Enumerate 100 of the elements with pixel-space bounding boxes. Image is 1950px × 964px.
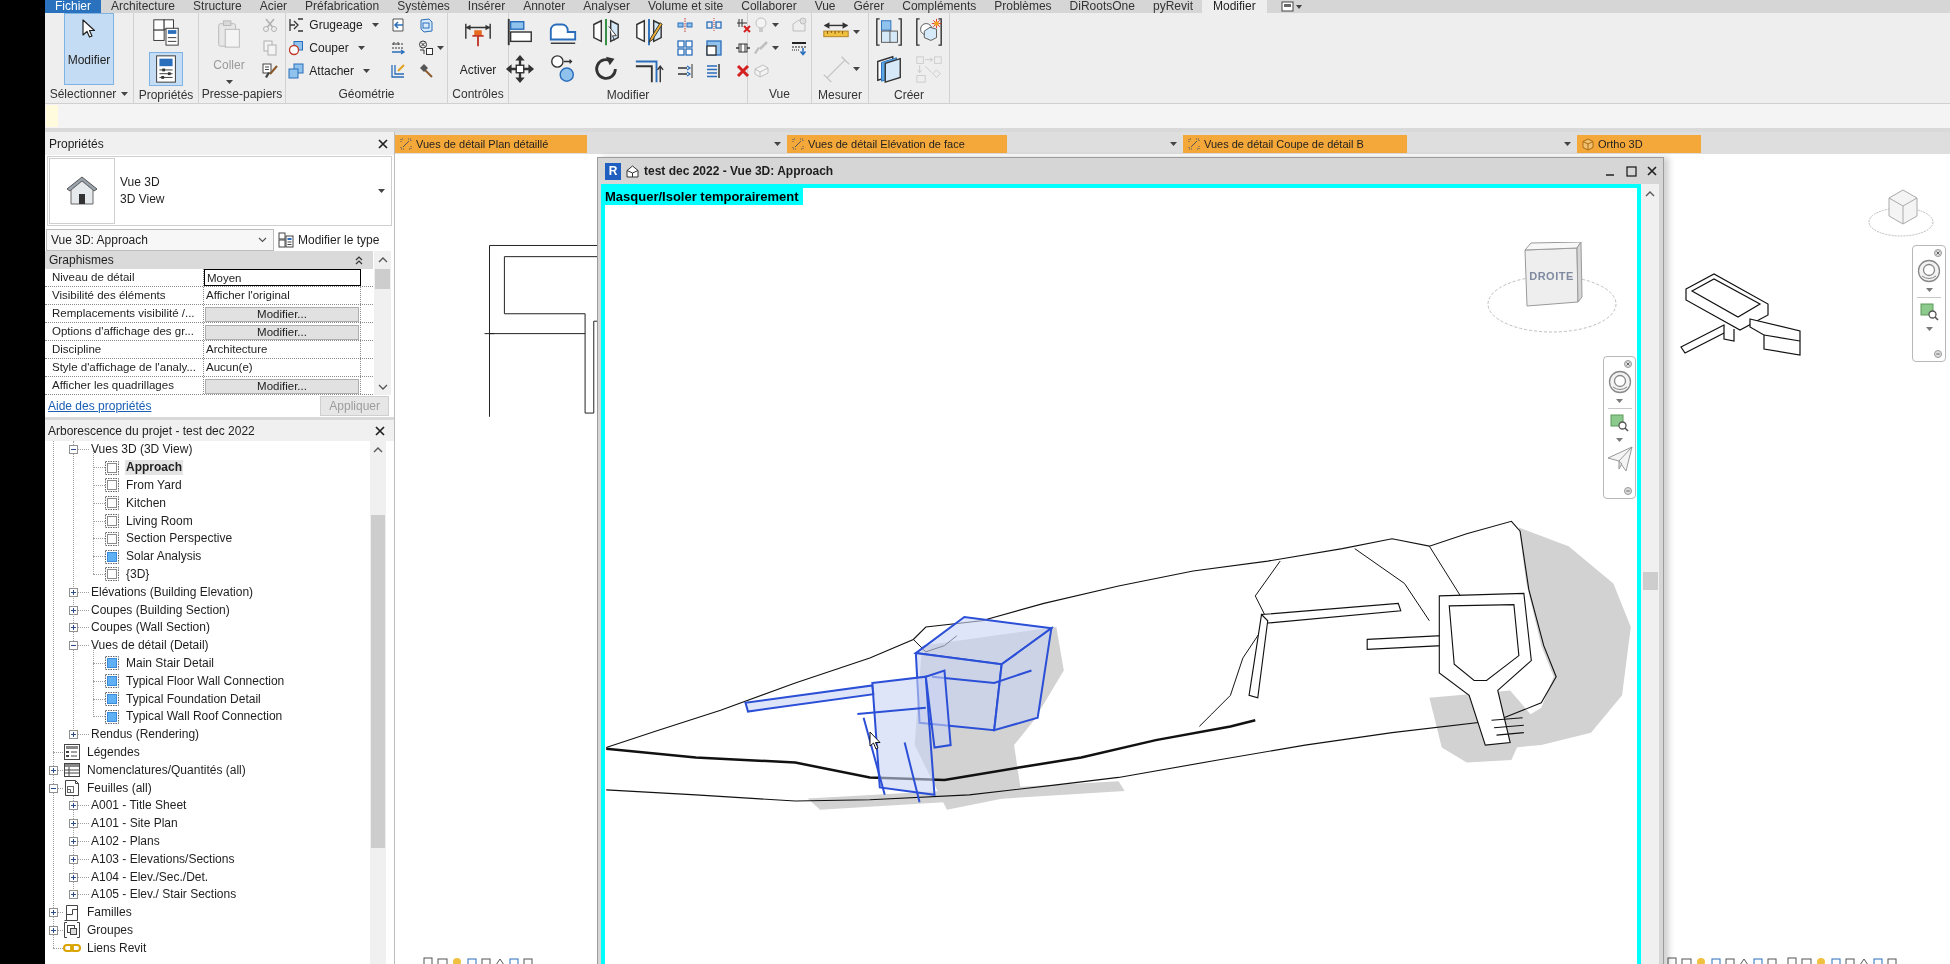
lines-arrow-icon[interactable] xyxy=(389,39,406,56)
expand-icon[interactable] xyxy=(68,854,78,864)
ribbon-tab[interactable]: Annoter xyxy=(514,0,575,13)
paintbrush-icon[interactable] xyxy=(262,62,278,79)
tree-item[interactable]: Feuilles (all) xyxy=(86,780,153,796)
move-arrows-icon[interactable] xyxy=(505,54,535,84)
expand-icon[interactable] xyxy=(68,890,78,900)
ribbon-tab[interactable]: Vue xyxy=(805,0,845,13)
tree-item[interactable]: Coupes (Building Section) xyxy=(90,602,231,618)
maximize-icon[interactable] xyxy=(1626,165,1637,177)
properties-button[interactable] xyxy=(149,52,183,86)
tree-item[interactable]: Familles xyxy=(86,905,133,921)
view-tab[interactable]: Vues de détail Elévation de face xyxy=(787,135,1007,153)
view-tab[interactable]: Vues de détail Coupe de détail B xyxy=(1183,135,1407,153)
expand-icon[interactable] xyxy=(68,730,78,740)
ribbon-tab[interactable]: Analyser xyxy=(574,0,639,13)
list-lines-icon[interactable] xyxy=(706,62,722,79)
help-link[interactable]: Aide des propriétés xyxy=(48,397,152,415)
caret-icon[interactable] xyxy=(436,45,444,50)
steering-wheel-icon[interactable] xyxy=(1607,370,1632,394)
building-drawing[interactable] xyxy=(744,616,1054,804)
caret-icon[interactable] xyxy=(1170,142,1177,146)
minus-circle-icon[interactable] xyxy=(1934,350,1942,358)
delete-icon[interactable] xyxy=(735,62,751,79)
tree-item[interactable]: A101 - Site Plan xyxy=(90,816,179,832)
property-value[interactable]: Aucun(e) xyxy=(204,359,361,376)
view-tab[interactable]: Vues de détail Plan détaillé xyxy=(395,135,587,153)
split-icon[interactable] xyxy=(677,16,693,33)
expand-icon[interactable] xyxy=(68,605,78,615)
linework-icon[interactable] xyxy=(790,39,807,56)
expand-icon[interactable] xyxy=(48,908,58,918)
type-selector[interactable]: Vue 3D 3D View xyxy=(47,156,392,226)
panel-menu-button[interactable]: Sélectionner xyxy=(49,88,129,100)
scrollbar[interactable] xyxy=(374,251,391,395)
collapse-icon[interactable] xyxy=(68,445,78,455)
property-value[interactable]: Afficher l'original xyxy=(204,287,361,304)
caret-icon[interactable] xyxy=(1925,327,1933,331)
caret-icon[interactable] xyxy=(771,45,779,50)
ribbon-tab[interactable]: Fichier xyxy=(45,0,101,13)
edit-button[interactable]: Modifier... xyxy=(205,307,359,322)
expand-icon[interactable] xyxy=(48,925,58,935)
unpin-icon[interactable] xyxy=(735,16,751,33)
ribbon-tab[interactable]: Modifier xyxy=(1202,0,1267,13)
expand-icon[interactable] xyxy=(68,801,78,811)
circle-x-squares-icon[interactable] xyxy=(417,39,434,56)
caret-icon[interactable] xyxy=(121,92,129,96)
edit-button[interactable]: Modifier... xyxy=(205,325,359,340)
property-value[interactable]: Moyen xyxy=(204,269,361,286)
ribbon-tab[interactable]: Préfabrication xyxy=(296,0,389,13)
activate-button[interactable]: Activer xyxy=(453,13,503,85)
tree-item[interactable]: {3D} xyxy=(125,566,151,582)
steering-wheel-icon[interactable] xyxy=(1917,259,1941,283)
ribbon-tab[interactable]: pyRevit xyxy=(1144,0,1202,13)
scrollbar-thumb[interactable] xyxy=(375,269,390,289)
face-box-icon[interactable] xyxy=(417,16,434,33)
tree-item[interactable]: A104 - Elev./Sec./Det. xyxy=(90,869,210,885)
caret-icon[interactable] xyxy=(1616,399,1623,403)
type-properties-icon[interactable] xyxy=(151,17,181,47)
corner-pencil-icon[interactable] xyxy=(389,62,406,79)
collapse-icon[interactable] xyxy=(355,255,363,265)
tree-item[interactable]: Approach xyxy=(125,460,183,476)
split-gap-icon[interactable] xyxy=(706,16,722,33)
tree-item[interactable]: From Yard xyxy=(125,478,183,493)
tree-item[interactable]: Typical Floor Wall Connection xyxy=(125,673,286,689)
view-tab[interactable]: Ortho 3D xyxy=(1577,135,1701,153)
square-overlay-icon[interactable] xyxy=(706,39,722,56)
collapse-icon[interactable] xyxy=(48,783,58,793)
scroll-up-icon[interactable] xyxy=(377,256,388,264)
instance-dropdown[interactable]: Vue 3D: Approach xyxy=(46,228,274,251)
expand-icon[interactable] xyxy=(48,765,58,775)
property-value[interactable]: Architecture xyxy=(204,341,361,358)
caret-icon[interactable] xyxy=(771,22,779,27)
group-header[interactable]: Graphismes xyxy=(45,251,373,269)
scrollbar-thumb[interactable] xyxy=(1642,572,1658,590)
modify-button[interactable]: Modifier xyxy=(64,13,114,85)
ribbon-tab[interactable]: Gérer xyxy=(844,0,894,13)
collapse-icon[interactable] xyxy=(68,641,78,651)
tree-item[interactable]: Vues de détail (Detail) xyxy=(90,638,210,654)
ribbon-tab[interactable]: Compléments xyxy=(893,0,986,13)
scrollbar-thumb[interactable] xyxy=(371,515,385,848)
minus-circle-icon[interactable] xyxy=(1624,487,1632,495)
tree-item[interactable]: A102 - Plans xyxy=(90,833,161,849)
expand-icon[interactable] xyxy=(68,623,78,633)
join-button[interactable]: Attacher xyxy=(287,59,380,82)
tree-item[interactable]: Kitchen xyxy=(125,495,168,511)
panels-icon[interactable] xyxy=(874,54,904,84)
tree-item[interactable]: Section Perspective xyxy=(125,531,234,547)
scrollbar[interactable] xyxy=(1641,184,1659,964)
ribbon-tab[interactable]: Problèmes xyxy=(985,0,1061,13)
cut-geometry-button[interactable]: Couper xyxy=(287,36,380,59)
caret-icon[interactable] xyxy=(378,189,385,193)
caret-icon[interactable] xyxy=(852,67,860,71)
parts-icon[interactable] xyxy=(914,17,944,47)
caret-icon[interactable] xyxy=(1925,288,1933,292)
tree-item[interactable]: Typical Wall Roof Connection xyxy=(125,709,284,725)
scroll-down-icon[interactable] xyxy=(377,383,388,391)
paper-plane-icon[interactable] xyxy=(1606,446,1633,472)
tree-item[interactable]: Rendus (Rendering) xyxy=(90,727,201,743)
tree-item[interactable]: A103 - Elevations/Sections xyxy=(90,851,236,867)
expand-icon[interactable] xyxy=(68,872,78,882)
